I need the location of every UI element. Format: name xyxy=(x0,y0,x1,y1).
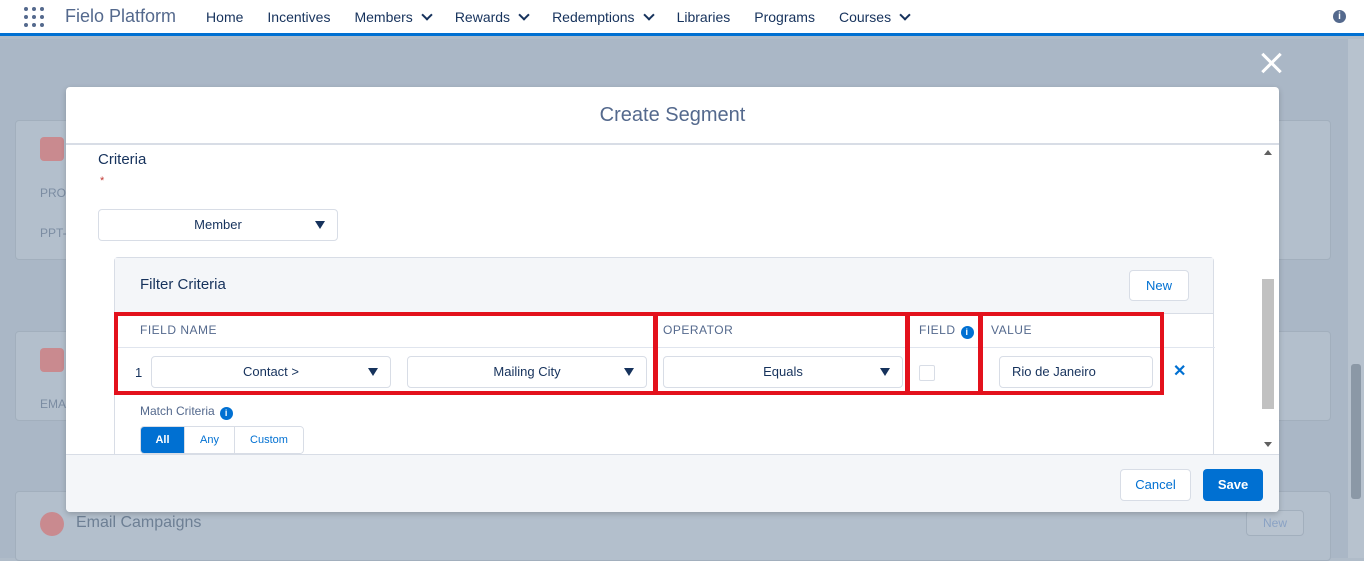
app-launcher-icon[interactable] xyxy=(22,5,46,29)
create-segment-modal: Create Segment Criteria * Member Filter … xyxy=(66,87,1279,512)
nav-libraries-label: Libraries xyxy=(676,8,731,25)
required-mark: * xyxy=(100,175,105,187)
nav-programs[interactable]: Programs xyxy=(754,9,815,25)
background-row-label: PRO xyxy=(40,186,67,200)
criteria-title: Criteria xyxy=(98,151,147,168)
page-scrollbar[interactable] xyxy=(1348,39,1364,558)
save-button[interactable]: Save xyxy=(1203,469,1263,501)
match-any-button[interactable]: Any xyxy=(185,427,235,453)
chevron-down-icon[interactable] xyxy=(421,8,433,21)
nav-members-label: Members xyxy=(354,8,413,25)
info-icon[interactable]: i xyxy=(1333,10,1346,23)
remove-row-icon[interactable]: ✕ xyxy=(1173,361,1186,381)
highlight-box-field-name xyxy=(114,312,657,395)
nav-programs-label: Programs xyxy=(754,8,815,25)
nav-redemptions[interactable]: Redemptions xyxy=(552,8,655,25)
nav-incentives-label: Incentives xyxy=(267,8,331,25)
nav-rewards[interactable]: Rewards xyxy=(454,8,530,25)
nav-rewards-label: Rewards xyxy=(454,8,511,25)
filter-criteria-title: Filter Criteria xyxy=(140,276,226,293)
page-scrollbar-thumb[interactable] xyxy=(1351,364,1361,499)
nav-home-label: Home xyxy=(206,8,244,25)
highlight-box-field xyxy=(906,312,982,395)
calendar-icon xyxy=(40,137,64,161)
match-criteria-text: Match Criteria xyxy=(140,404,215,418)
nav-members[interactable]: Members xyxy=(354,8,433,25)
info-icon[interactable]: i xyxy=(219,407,233,420)
envelope-icon xyxy=(40,348,64,372)
nav-libraries[interactable]: Libraries xyxy=(677,9,731,25)
object-select[interactable]: Member xyxy=(98,209,338,241)
modal-body: Criteria * Member Filter Criteria New FI… xyxy=(66,145,1279,455)
nav-courses-label: Courses xyxy=(838,8,892,25)
match-criteria-button-group: All Any Custom xyxy=(140,426,304,454)
modal-scrollbar-thumb[interactable] xyxy=(1262,279,1274,409)
nav-home[interactable]: Home xyxy=(206,9,243,25)
nav-incentives[interactable]: Incentives xyxy=(267,9,330,25)
app-name: Fielo Platform xyxy=(65,6,177,26)
modal-footer: Cancel Save xyxy=(66,454,1279,512)
highlight-box-operator xyxy=(654,312,909,395)
match-criteria-label: Match Criteria i xyxy=(140,404,233,420)
top-nav-bar: Fielo Platform Home Incentives Members R… xyxy=(0,0,1364,36)
chevron-down-icon[interactable] xyxy=(642,8,655,21)
match-all-button[interactable]: All xyxy=(141,427,185,453)
caret-down-icon xyxy=(315,221,325,229)
target-icon xyxy=(40,512,64,536)
filter-criteria-header: Filter Criteria New xyxy=(115,258,1213,314)
nav-courses[interactable]: Courses xyxy=(838,8,911,25)
chevron-down-icon[interactable] xyxy=(518,8,530,21)
match-custom-button[interactable]: Custom xyxy=(235,427,303,453)
scroll-down-icon[interactable] xyxy=(1264,442,1272,447)
background-row-label: EMA xyxy=(40,397,67,411)
chevron-down-icon[interactable] xyxy=(899,8,911,21)
background-row-label: PPT- xyxy=(40,226,67,240)
new-filter-button[interactable]: New xyxy=(1129,270,1189,301)
nav-redemptions-label: Redemptions xyxy=(552,8,635,25)
object-select-value: Member xyxy=(194,217,242,232)
cancel-button[interactable]: Cancel xyxy=(1120,469,1191,501)
close-icon[interactable] xyxy=(1258,50,1284,76)
scroll-up-icon[interactable] xyxy=(1264,150,1272,155)
modal-scrollbar[interactable] xyxy=(1262,145,1274,455)
background-card-title: Email Campaigns xyxy=(76,514,202,531)
background-new-button: New xyxy=(1246,510,1304,536)
highlight-box-value xyxy=(979,312,1164,395)
modal-title: Create Segment xyxy=(66,87,1279,145)
